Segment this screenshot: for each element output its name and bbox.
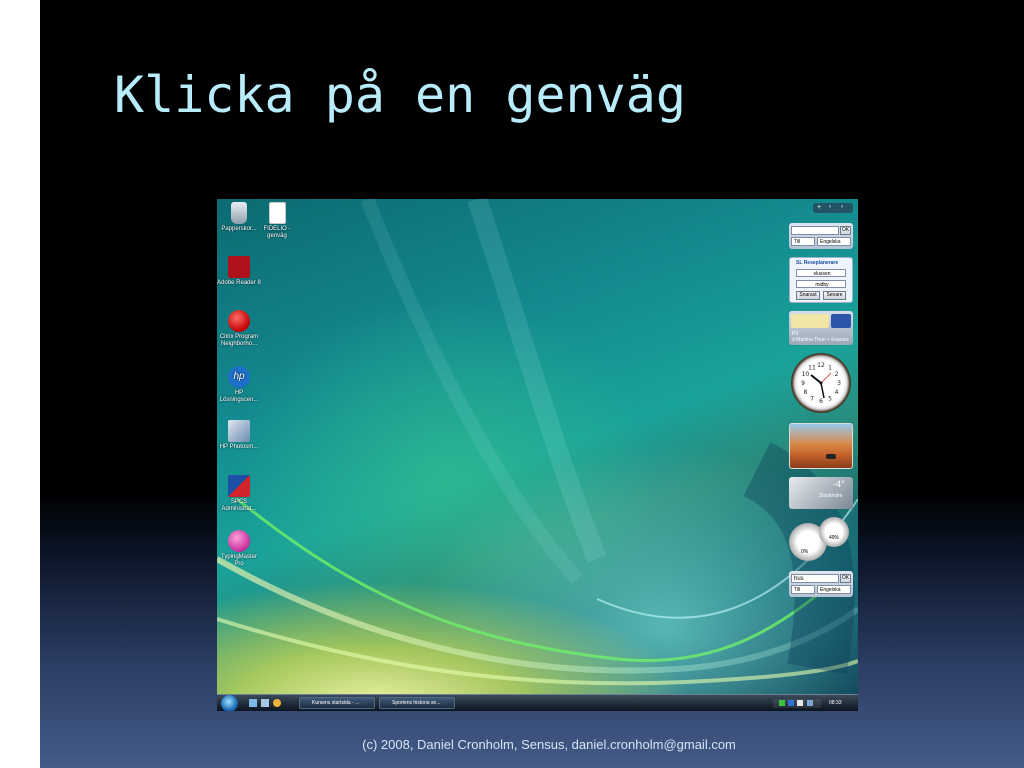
- radio-gadget: P3 d Martina Thun + Erasure: [789, 311, 853, 345]
- clock-numeral: 7: [810, 396, 814, 403]
- system-tray: [773, 699, 821, 708]
- dictionary-ok-button[interactable]: OK: [840, 574, 851, 583]
- taskbar-item[interactable]: Sportens historia se...: [379, 697, 455, 709]
- clock-numeral: 9: [801, 380, 805, 387]
- slide-title: Klicka på en genväg: [114, 66, 686, 124]
- clock-numeral: 5: [828, 396, 832, 403]
- clock-numeral: 11: [808, 364, 816, 371]
- clock-numeral: 3: [837, 380, 841, 387]
- travel-planner-gadget: SL Reseplanerare slussen midby Snarast S…: [789, 257, 853, 303]
- sr-logo-icon: [831, 314, 851, 328]
- dictionary-language-select[interactable]: Engelska: [817, 585, 851, 594]
- cpu-value: 0%: [801, 549, 809, 555]
- desktop-icon-label: Papperskor...: [221, 226, 257, 232]
- travel-to-input[interactable]: midby: [796, 280, 846, 288]
- clock-numeral: 4: [835, 389, 839, 396]
- clock-numeral: 1: [828, 364, 832, 371]
- slideshow-gadget[interactable]: [789, 423, 853, 469]
- desktop-icon-label: HP Lösningscen...: [219, 390, 259, 403]
- camel-icon: [826, 454, 836, 459]
- weather-gadget: -4° Stockholm: [789, 477, 853, 509]
- desktop-icon-hp-photosmart[interactable]: HP Photosm...: [217, 420, 261, 451]
- dictionary-direction-select[interactable]: Till: [791, 585, 815, 594]
- desktop-icon-label: SPCS Administrat...: [221, 499, 257, 512]
- memory-value: 49%: [829, 535, 840, 541]
- dictionary-gadget-2: hus OK Till Engelska: [789, 571, 853, 597]
- radio-logo-icon: [791, 314, 829, 328]
- clock-numeral: 2: [835, 371, 839, 378]
- clock-numeral: 10: [802, 371, 810, 378]
- dictionary-input[interactable]: [791, 226, 839, 235]
- add-gadget-icon[interactable]: +: [817, 204, 821, 211]
- dictionary-direction-select[interactable]: Till: [791, 237, 815, 246]
- desktop-icon-label: Adobe Reader 8: [217, 280, 261, 286]
- travel-planner-title: SL Reseplanerare: [796, 260, 839, 266]
- switch-windows-icon[interactable]: [261, 699, 269, 707]
- left-margin: [0, 0, 40, 768]
- prev-icon[interactable]: ‹: [829, 204, 831, 210]
- volume-icon[interactable]: [807, 700, 813, 706]
- travel-later-button[interactable]: Senare: [823, 291, 846, 300]
- slide: Klicka på en genväg Papperskor... FIDELI…: [40, 0, 1024, 768]
- dictionary-language-select[interactable]: Engelska: [817, 237, 851, 246]
- document-shortcut-icon: [268, 202, 286, 224]
- desktop-icon-typingmaster[interactable]: TypingMaster Pro: [217, 530, 261, 568]
- spcs-icon: [228, 475, 250, 497]
- memory-gauge-icon: 49%: [819, 517, 849, 547]
- next-icon[interactable]: ›: [841, 204, 843, 210]
- adobe-reader-icon: [228, 256, 250, 278]
- browser-quicklaunch-icon[interactable]: [273, 699, 281, 707]
- desktop-icon-citrix[interactable]: Citrix Program Neighborho...: [217, 310, 261, 348]
- dictionary-input[interactable]: hus: [791, 574, 839, 583]
- clock-gadget: 12 1 2 3 4 5 6 7 8 9 10 11: [791, 353, 851, 413]
- desktop-icon-fidelio[interactable]: FIDELIO - genväg: [255, 202, 299, 240]
- travel-from-input[interactable]: slussen: [796, 269, 846, 277]
- desktop-icon-hp[interactable]: hp HP Lösningscen...: [217, 366, 261, 404]
- dictionary-gadget: OK Till Engelska: [789, 223, 853, 249]
- desktop-icon-label: FIDELIO - genväg: [263, 226, 291, 239]
- desktop-icon-label: Citrix Program Neighborho...: [219, 334, 259, 347]
- hp-icon: hp: [228, 366, 250, 388]
- clock-numeral: 6: [819, 398, 823, 405]
- weather-city: Stockholm: [819, 493, 843, 499]
- tray-icon[interactable]: [788, 700, 794, 706]
- travel-soonest-button[interactable]: Snarast: [796, 291, 820, 300]
- tray-icon[interactable]: [779, 700, 785, 706]
- desktop-icon-spcs[interactable]: SPCS Administrat...: [217, 475, 261, 513]
- wallpaper-waves: [217, 199, 858, 686]
- dictionary-ok-button[interactable]: OK: [840, 226, 851, 235]
- typingmaster-icon: [228, 530, 250, 552]
- desktop-icon-label: TypingMaster Pro: [220, 554, 257, 567]
- tray-icon[interactable]: [797, 700, 803, 706]
- taskbar-item[interactable]: Kursens startsida - ...: [299, 697, 375, 709]
- taskbar-clock[interactable]: 08:33: [829, 700, 842, 706]
- radio-track: d Martina Thun + Erasure: [792, 337, 849, 343]
- taskbar: Kursens startsida - ... Sportens histori…: [217, 694, 858, 711]
- weather-temperature: -4°: [833, 479, 845, 489]
- citrix-icon: [228, 310, 250, 332]
- hp-photosmart-icon: [228, 420, 250, 442]
- clock-numeral: 8: [803, 389, 807, 396]
- show-desktop-icon[interactable]: [249, 699, 257, 707]
- clock-numeral: 12: [817, 362, 825, 369]
- desktop-icon-label: HP Photosm...: [219, 444, 259, 450]
- sidebar-controls[interactable]: + ‹ ›: [813, 203, 853, 213]
- recycle-bin-icon: [231, 202, 247, 224]
- start-button[interactable]: [221, 695, 238, 711]
- desktop-icon-adobe-reader[interactable]: Adobe Reader 8: [217, 256, 261, 287]
- slide-footer: (c) 2008, Daniel Cronholm, Sensus, danie…: [362, 737, 736, 752]
- clock-face: 12 1234567891011: [801, 362, 841, 405]
- desktop-screenshot: Papperskor... FIDELIO - genväg Adobe Rea…: [217, 199, 858, 711]
- cpu-meter-gadget: 0% 49%: [789, 517, 853, 563]
